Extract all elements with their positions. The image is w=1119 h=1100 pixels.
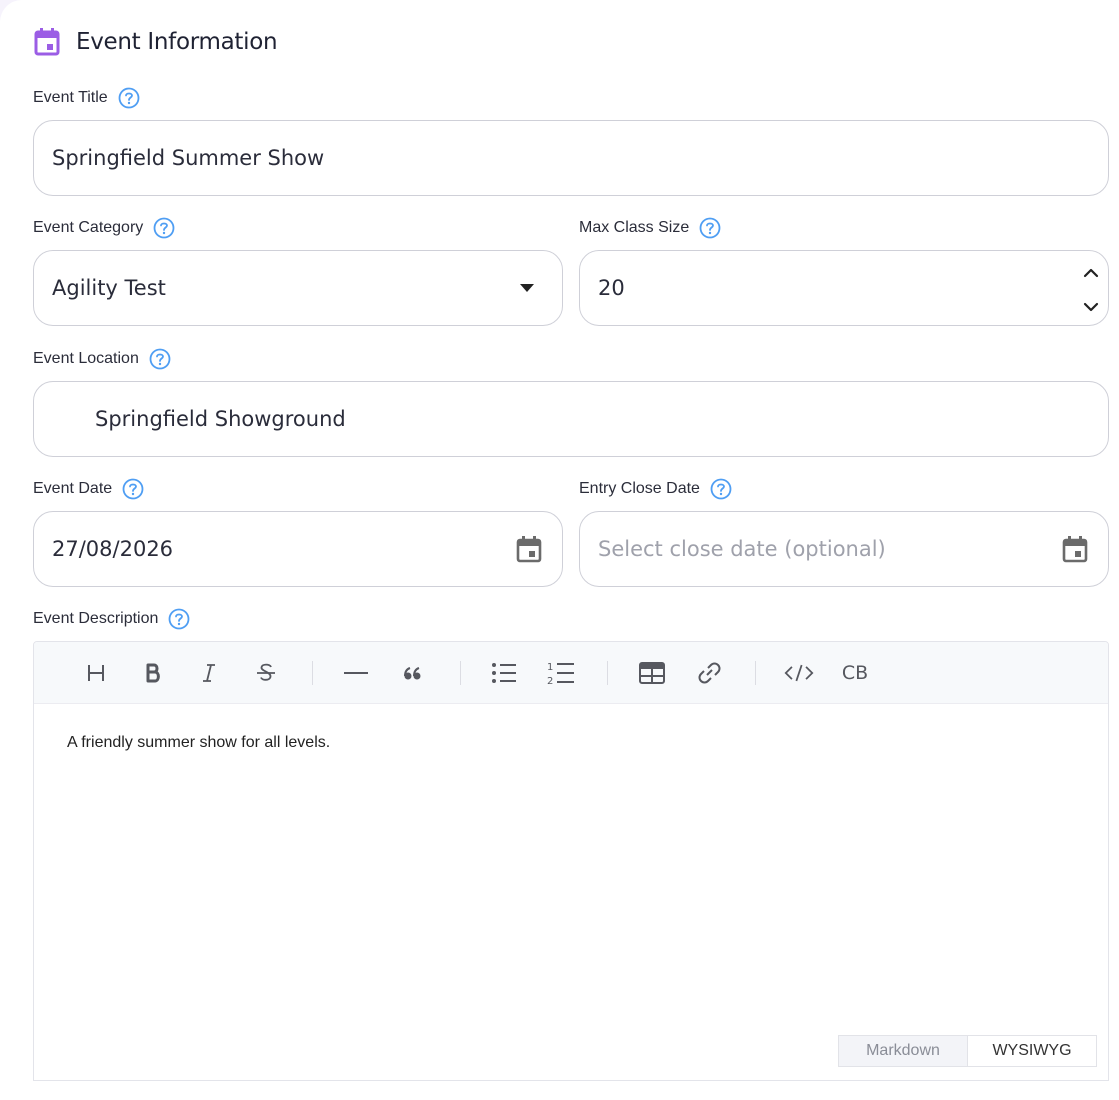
event-location-value: Springfield Showground [95,407,346,431]
event-date-input[interactable]: 27/08/2026 [33,511,563,587]
help-icon[interactable] [168,608,190,630]
calendar-picker-icon[interactable] [1062,535,1088,563]
event-date-value: 27/08/2026 [52,537,174,561]
chevron-up-icon[interactable] [1083,259,1099,283]
event-date-label: Event Date [33,478,144,500]
code-icon[interactable] [784,658,814,688]
max-class-size-value: 20 [598,276,625,300]
svg-text:1: 1 [547,662,553,673]
event-title-input[interactable]: Springfield Summer Show [33,120,1109,196]
svg-text:2: 2 [547,676,553,686]
event-location-input[interactable]: Springfield Showground [33,381,1109,457]
event-category-label-text: Event Category [33,219,144,236]
section-title: Event Information [76,29,278,55]
bullet-list-icon[interactable] [489,658,519,688]
toolbar-divider [460,661,461,685]
section-header: Event Information [33,26,278,58]
event-category-label: Event Category [33,217,175,239]
heading-icon[interactable] [81,658,111,688]
max-class-size-label: Max Class Size [579,217,721,239]
event-title-label: Event Title [33,87,140,109]
link-icon[interactable] [695,658,725,688]
ordered-list-icon[interactable]: 12 [546,658,576,688]
max-class-size-input[interactable]: 20 [579,250,1109,326]
toolbar-divider [755,661,756,685]
bold-icon[interactable] [138,658,168,688]
dropdown-arrow-icon [520,284,534,292]
toolbar-divider [607,661,608,685]
chevron-down-icon[interactable] [1083,293,1099,317]
strikethrough-icon[interactable] [251,658,281,688]
help-icon[interactable] [699,217,721,239]
editor-toolbar: 12 CB [34,642,1108,704]
event-title-value: Springfield Summer Show [52,146,325,170]
code-block-icon[interactable]: CB [840,658,870,688]
markdown-mode-tab[interactable]: Markdown [838,1035,968,1067]
quote-icon[interactable] [398,658,428,688]
event-location-label-text: Event Location [33,350,139,367]
table-icon[interactable] [637,658,667,688]
event-date-label-text: Event Date [33,480,113,497]
help-icon[interactable] [118,87,140,109]
event-location-label: Event Location [33,348,171,370]
event-category-value: Agility Test [52,276,166,300]
calendar-picker-icon[interactable] [516,535,542,563]
help-icon[interactable] [122,478,144,500]
toolbar-divider [312,661,313,685]
wysiwyg-mode-tab[interactable]: WYSIWYG [967,1035,1097,1067]
italic-icon[interactable] [194,658,224,688]
help-icon[interactable] [153,217,175,239]
entry-close-date-label: Entry Close Date [579,478,732,500]
event-description-label: Event Description [33,608,190,630]
number-stepper[interactable] [1080,259,1102,317]
editor-content[interactable]: A friendly summer show for all levels. [67,734,330,752]
help-icon[interactable] [710,478,732,500]
event-information-card: Event Information Event Title Springfiel… [0,0,1119,1100]
event-category-select[interactable]: Agility Test [33,250,563,326]
event-title-label-text: Event Title [33,89,108,106]
entry-close-date-input[interactable]: Select close date (optional) [579,511,1109,587]
entry-close-date-label-text: Entry Close Date [579,480,700,497]
calendar-icon [33,27,61,57]
help-icon[interactable] [149,348,171,370]
event-description-label-text: Event Description [33,610,159,627]
horizontal-rule-icon[interactable] [341,658,371,688]
markdown-editor: 12 CB A friendly summer show for all lev… [33,641,1109,1081]
entry-close-date-placeholder: Select close date (optional) [598,537,886,561]
max-class-size-label-text: Max Class Size [579,219,690,236]
